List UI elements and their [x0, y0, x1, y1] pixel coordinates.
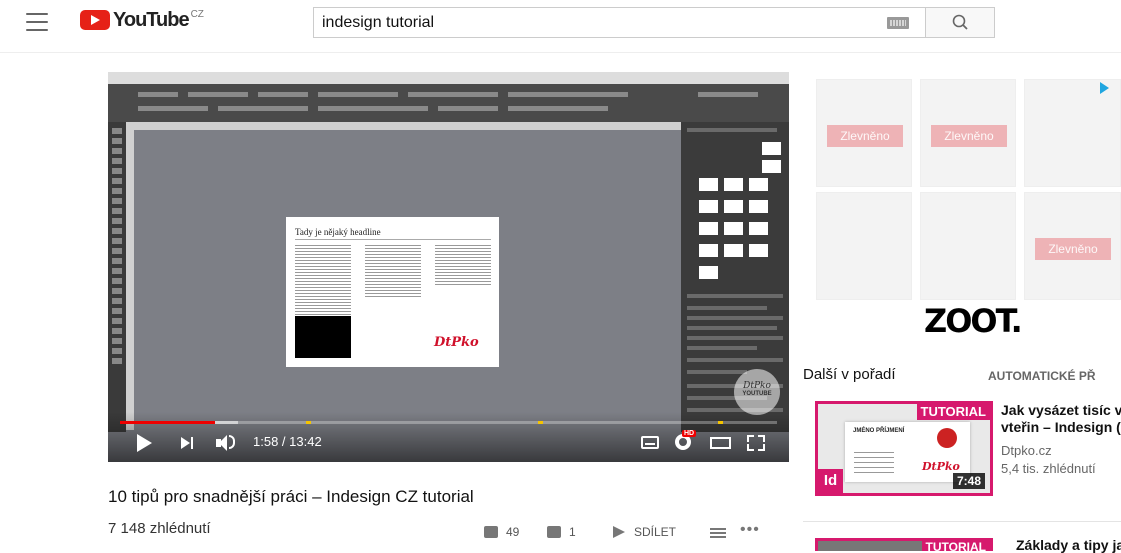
- ad-product-image[interactable]: Zlevněno: [816, 79, 912, 187]
- view-count: 7 148 zhlédnutí: [108, 520, 211, 537]
- sale-label: Zlevněno: [931, 125, 1007, 147]
- ad-product-image[interactable]: [816, 192, 912, 300]
- thumbs-up-icon: [484, 526, 498, 538]
- screen-image-placeholder: [295, 316, 351, 358]
- screen-brand-logo: DtPko: [434, 335, 479, 350]
- dislike-button[interactable]: 1: [547, 525, 576, 539]
- more-actions-button[interactable]: •••: [740, 521, 760, 539]
- search-icon: [952, 14, 968, 30]
- youtube-logo[interactable]: YouTube CZ: [80, 9, 204, 31]
- screen-headline: Tady je nějaký headline: [295, 227, 381, 237]
- watermark-bottom: YOUTUBE: [742, 391, 772, 397]
- more-icon: •••: [740, 521, 760, 538]
- fullscreen-button[interactable]: [747, 435, 765, 451]
- screen-mac-menubar: [108, 72, 789, 84]
- next-video-views: 5,4 tis. zhlédnutí: [1001, 461, 1096, 476]
- theater-mode-button[interactable]: [710, 437, 731, 449]
- screen-rule: [295, 239, 491, 240]
- watermark-top: DtPko: [743, 381, 771, 391]
- sidebar-divider: [803, 521, 1121, 522]
- share-label: SDÍLET: [634, 525, 677, 539]
- ad-product-image[interactable]: Zlevněno: [920, 79, 1016, 187]
- screen-ruler: [126, 122, 681, 130]
- card-circle-icon: [937, 428, 957, 448]
- screen-tools-panel: [108, 122, 126, 432]
- time-display: 1:58 / 13:42: [253, 434, 322, 449]
- screen-indesign-toolbar: [108, 84, 789, 122]
- chapter-marker: [718, 421, 723, 424]
- playlist-add-icon: [710, 528, 726, 538]
- card-contact-lines: [854, 452, 894, 474]
- search-input[interactable]: indesign tutorial: [313, 7, 926, 38]
- chapter-marker: [538, 421, 543, 424]
- card-name: JMÉNO PŘÍJMENÍ: [853, 428, 905, 434]
- logo-text: YouTube: [113, 8, 190, 31]
- screen-text-column: [435, 245, 491, 287]
- video-player[interactable]: Tady je nějaký headline DtPko DtPko YOUT…: [108, 72, 789, 462]
- region-code: CZ: [190, 9, 204, 20]
- title-line: vteřin – Indesign (: [1001, 419, 1121, 435]
- share-icon: [613, 526, 625, 538]
- keyboard-icon[interactable]: [887, 17, 909, 29]
- tutorial-badge: TUTORIAL: [921, 541, 990, 551]
- video-thumbnail[interactable]: TUTORIAL: [815, 538, 993, 551]
- video-title: 10 tipů pro snadnější práci – Indesign C…: [108, 487, 474, 506]
- screen-text-column: [365, 245, 421, 297]
- channel-watermark[interactable]: DtPko YOUTUBE: [734, 369, 780, 415]
- sale-label: Zlevněno: [827, 125, 903, 147]
- video-thumbnail[interactable]: JMÉNO PŘÍJMENÍ DtPko TUTORIAL Id 7:48: [815, 401, 993, 496]
- thumbs-down-icon: [547, 526, 561, 538]
- youtube-play-icon: [80, 10, 110, 30]
- adchoices-icon[interactable]: [1100, 82, 1109, 94]
- share-button[interactable]: SDÍLET: [613, 525, 676, 539]
- header-divider: [0, 52, 1121, 53]
- card-logo: DtPko: [922, 460, 960, 473]
- ad-product-image[interactable]: [1024, 79, 1121, 187]
- progress-bar[interactable]: [120, 421, 777, 424]
- title-line: Jak vysázet tisíc v: [1001, 402, 1121, 418]
- up-next-label: Další v pořadí: [803, 366, 896, 383]
- search-button[interactable]: [925, 7, 995, 38]
- chapter-marker: [306, 421, 311, 424]
- screen-text-column: [295, 245, 351, 315]
- menu-icon[interactable]: [26, 13, 48, 31]
- like-button[interactable]: 49: [484, 525, 519, 539]
- next-video-title[interactable]: Jak vysázet tisíc v vteřin – Indesign (: [1001, 402, 1121, 436]
- ad-product-image[interactable]: [920, 192, 1016, 300]
- played-bar: [120, 421, 215, 424]
- ad-product-image[interactable]: Zlevněno: [1024, 192, 1121, 300]
- add-to-playlist-button[interactable]: [710, 528, 726, 538]
- subtitles-button[interactable]: [641, 436, 659, 449]
- screen-ruler-vertical: [126, 130, 134, 430]
- play-button[interactable]: [137, 434, 152, 452]
- thumbnail-business-card: JMÉNO PŘÍJMENÍ DtPko: [845, 422, 970, 482]
- screen-document-page: Tady je nějaký headline DtPko: [286, 217, 499, 367]
- ad-brand-logo[interactable]: ZOOT.: [924, 302, 1023, 340]
- channel-name[interactable]: Dtpko.cz: [1001, 443, 1052, 458]
- sale-label: Zlevněno: [1035, 238, 1111, 260]
- autoplay-label: AUTOMATICKÉ PŘ: [988, 369, 1096, 383]
- like-count: 49: [506, 525, 520, 539]
- next-button[interactable]: [181, 437, 195, 449]
- tutorial-badge: TUTORIAL: [916, 404, 990, 420]
- hd-badge: HD: [682, 430, 697, 437]
- indesign-icon: Id: [818, 469, 843, 493]
- dislike-count: 1: [569, 525, 576, 539]
- duration-badge: 7:48: [952, 473, 985, 489]
